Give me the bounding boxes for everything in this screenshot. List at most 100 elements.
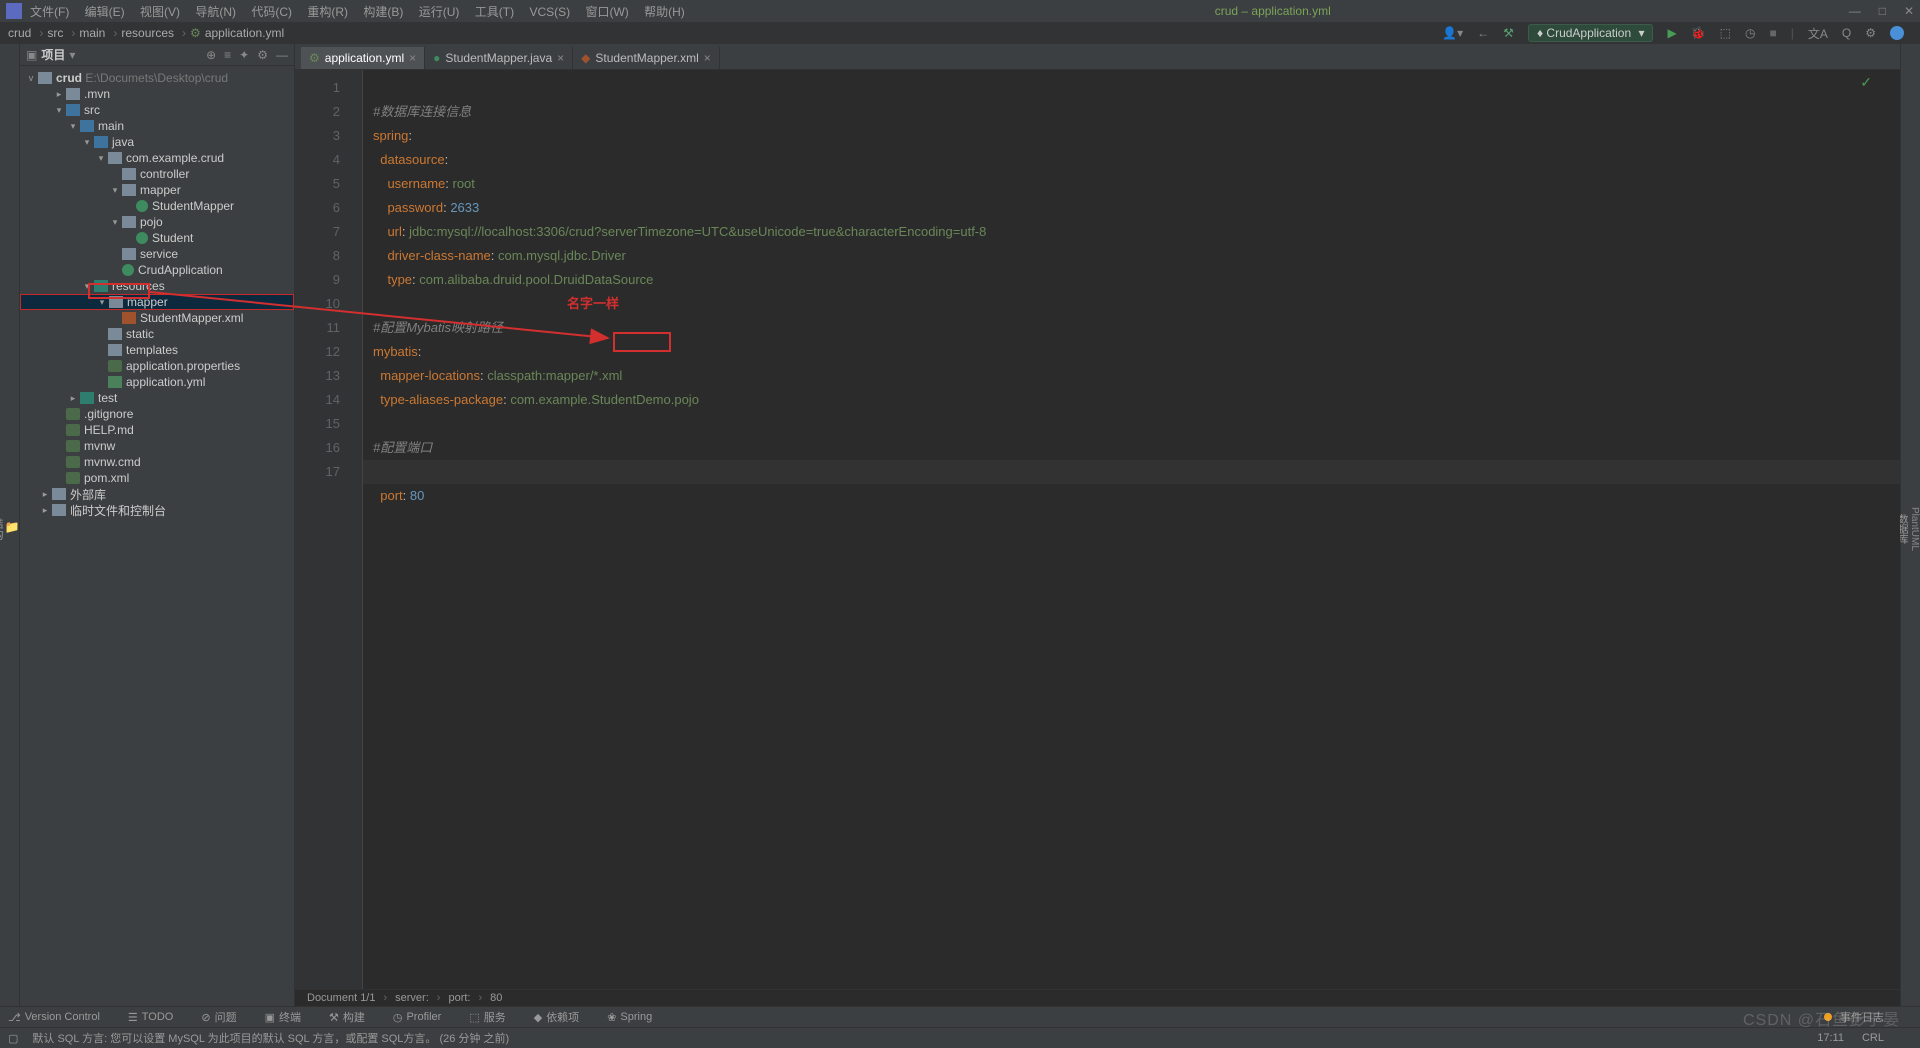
tool-services[interactable]: ⬚ 服务: [469, 1009, 519, 1025]
menu-edit[interactable]: 编辑(E): [85, 5, 125, 19]
tool-problems[interactable]: ⊘ 问题: [201, 1009, 250, 1025]
breadcrumb-item[interactable]: main: [79, 26, 105, 40]
menu-help[interactable]: 帮助(H): [644, 5, 685, 19]
close-icon[interactable]: ×: [704, 51, 711, 65]
menu-vcs[interactable]: VCS(S): [529, 5, 570, 19]
editor-area: ⚙application.yml× ●StudentMapper.java× ◆…: [295, 44, 1900, 1006]
tree-item[interactable]: static: [20, 326, 294, 342]
tree-item[interactable]: ▾main: [20, 118, 294, 134]
menu-nav[interactable]: 导航(N): [195, 5, 236, 19]
collapse-icon[interactable]: —: [276, 48, 288, 62]
tool-structure[interactable]: 结构: [0, 52, 5, 1006]
tree-item[interactable]: ▾mapper: [20, 294, 294, 310]
tool-deps[interactable]: ◆ 依赖项: [534, 1009, 593, 1025]
status-message: 默认 SQL 方言: 您可以设置 MySQL 为此项目的默认 SQL 方言，或配…: [32, 1030, 509, 1046]
hide-panel-icon[interactable]: ▢: [8, 1032, 18, 1045]
tool-todo[interactable]: ☰ TODO: [128, 1011, 187, 1024]
menu-tools[interactable]: 工具(T): [475, 5, 514, 19]
tree-item[interactable]: application.yml: [20, 374, 294, 390]
tree-tool-icon[interactable]: ⚙: [257, 48, 268, 62]
code-line: driver-class-name: com.mysql.jdbc.Driver: [373, 248, 626, 263]
tool-build[interactable]: ⚒ 构建: [329, 1009, 379, 1025]
status-bar: ⎇ Version Control ☰ TODO ⊘ 问题 ▣ 终端 ⚒ 构建 …: [0, 1006, 1920, 1048]
tab-studentmapper-java[interactable]: ●StudentMapper.java×: [425, 47, 573, 69]
tree-item[interactable]: ▾com.example.crud: [20, 150, 294, 166]
tree-item[interactable]: mvnw: [20, 438, 294, 454]
code-line: datasource:: [373, 152, 448, 167]
tree-item[interactable]: CrudApplication: [20, 262, 294, 278]
tree-item[interactable]: ▾src: [20, 102, 294, 118]
menu-build[interactable]: 构建(B): [363, 5, 403, 19]
run-config-selector[interactable]: ♦ CrudApplication ▾: [1528, 24, 1654, 42]
tree-item[interactable]: ▸.mvn: [20, 86, 294, 102]
stop-icon[interactable]: ■: [1770, 26, 1777, 40]
tree-item[interactable]: templates: [20, 342, 294, 358]
tree-item[interactable]: Student: [20, 230, 294, 246]
tree-item[interactable]: ▾java: [20, 134, 294, 150]
tab-application-yml[interactable]: ⚙application.yml×: [301, 47, 425, 69]
tool-version-control[interactable]: ⎇ Version Control: [8, 1011, 114, 1024]
minimize-icon[interactable]: —: [1849, 4, 1861, 18]
tree-item[interactable]: mvnw.cmd: [20, 454, 294, 470]
back-icon[interactable]: ←: [1477, 26, 1489, 40]
menu-file[interactable]: 文件(F): [30, 5, 69, 19]
code-line: url: jdbc:mysql://localhost:3306/crud?se…: [373, 224, 986, 239]
code-content[interactable]: #数据库连接信息 spring: datasource: username: r…: [363, 70, 1900, 989]
menu-window[interactable]: 窗口(W): [585, 5, 628, 19]
tree-item[interactable]: StudentMapper: [20, 198, 294, 214]
tree-item[interactable]: StudentMapper.xml: [20, 310, 294, 326]
tool-plantuml[interactable]: PlantUML: [1909, 52, 1920, 1006]
menu-view[interactable]: 视图(V): [140, 5, 180, 19]
breadcrumb-item[interactable]: src: [47, 26, 63, 40]
debug-icon[interactable]: 🐞: [1691, 26, 1706, 40]
translate-icon[interactable]: 文A: [1808, 25, 1828, 42]
tool-spring[interactable]: ❀ Spring: [607, 1011, 666, 1024]
breadcrumb-item[interactable]: resources: [121, 26, 174, 40]
editor-tabs: ⚙application.yml× ●StudentMapper.java× ◆…: [295, 44, 1900, 70]
maximize-icon[interactable]: □: [1879, 4, 1886, 18]
hammer-icon[interactable]: ⚒: [1503, 26, 1514, 40]
tree-item[interactable]: ▸临时文件和控制台: [20, 502, 294, 518]
tree-item[interactable]: HELP.md: [20, 422, 294, 438]
tool-profiler[interactable]: ◷ Profiler: [393, 1011, 455, 1024]
menu-run[interactable]: 运行(U): [419, 5, 460, 19]
editor[interactable]: 1234567891011121314151617 #数据库连接信息 sprin…: [295, 70, 1900, 989]
tree-item[interactable]: controller: [20, 166, 294, 182]
profile-icon[interactable]: ◷: [1745, 26, 1755, 40]
user-icon[interactable]: 👤▾: [1442, 26, 1463, 40]
right-tool-strip: PlantUML 数据库 Codota Maven leetcode: [1900, 44, 1920, 1006]
tree-item[interactable]: ▾mapper: [20, 182, 294, 198]
breadcrumb-item[interactable]: application.yml: [205, 26, 284, 40]
tree-tool-icon[interactable]: ✦: [239, 48, 249, 62]
settings-icon[interactable]: ⚙: [1865, 26, 1876, 40]
tree-item[interactable]: service: [20, 246, 294, 262]
project-panel: ▣ 项目 ▾ ⊕ ≡ ✦ ⚙ — vcrud E:\Documets\Deskt…: [20, 44, 295, 1006]
avatar-icon[interactable]: [1890, 26, 1904, 40]
menu-code[interactable]: 代码(C): [251, 5, 292, 19]
tree-tool-icon[interactable]: ≡: [224, 48, 231, 62]
search-icon[interactable]: Q: [1842, 26, 1851, 40]
tree-item[interactable]: ▾resources: [20, 278, 294, 294]
tool-project[interactable]: 📁: [5, 52, 19, 1006]
tree-item[interactable]: ▾pojo: [20, 214, 294, 230]
tree-item[interactable]: .gitignore: [20, 406, 294, 422]
menu-refactor[interactable]: 重构(R): [307, 5, 348, 19]
tab-studentmapper-xml[interactable]: ◆StudentMapper.xml×: [573, 47, 720, 69]
close-icon[interactable]: ×: [409, 51, 416, 65]
project-tree[interactable]: vcrud E:\Documets\Desktop\crud▸.mvn▾src▾…: [20, 66, 294, 522]
coverage-icon[interactable]: ⬚: [1720, 26, 1731, 40]
breadcrumb-item[interactable]: crud: [8, 26, 31, 40]
tree-item[interactable]: pom.xml: [20, 470, 294, 486]
tool-terminal[interactable]: ▣ 终端: [265, 1009, 315, 1025]
code-line: port: 80: [373, 488, 424, 503]
tree-item[interactable]: application.properties: [20, 358, 294, 374]
run-icon[interactable]: ▶: [1667, 26, 1676, 40]
close-icon[interactable]: ×: [557, 51, 564, 65]
close-icon[interactable]: ✕: [1904, 4, 1914, 18]
tree-item[interactable]: ▸外部库: [20, 486, 294, 502]
tree-tool-icon[interactable]: ⊕: [206, 48, 216, 62]
tree-item[interactable]: ▸test: [20, 390, 294, 406]
left-tool-strip: 📁 结构 Bookmarks: [0, 44, 20, 1006]
tree-root[interactable]: vcrud E:\Documets\Desktop\crud: [20, 70, 294, 86]
fold-column[interactable]: [351, 70, 363, 989]
